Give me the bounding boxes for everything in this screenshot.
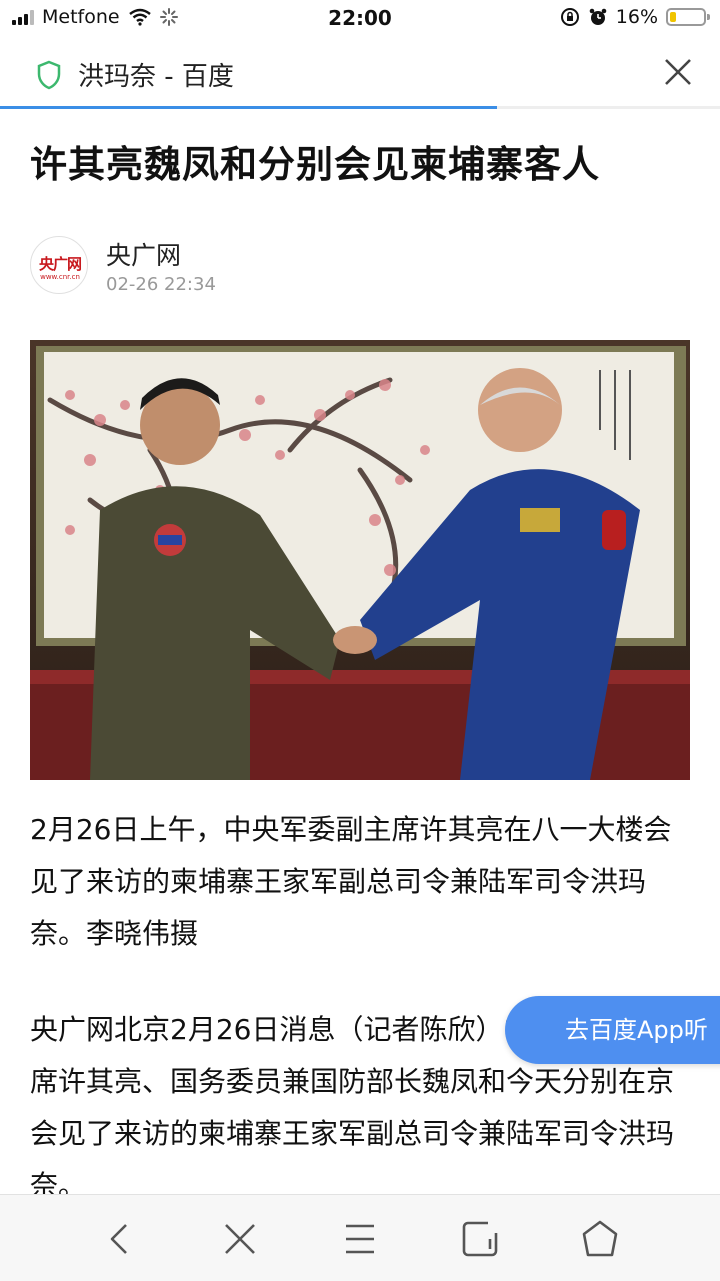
status-bar: Metfone 22:00 16% — [0, 0, 720, 36]
open-in-baidu-app-button[interactable]: 去百度App听 — [505, 996, 720, 1064]
source-name[interactable]: 央广网 — [106, 236, 181, 272]
battery-icon — [666, 8, 710, 26]
back-icon[interactable] — [98, 1217, 142, 1261]
menu-icon[interactable] — [338, 1217, 382, 1261]
alarm-icon — [589, 8, 607, 25]
publish-time: 02-26 22:34 — [106, 274, 216, 295]
source-logo-text: 央广网 — [38, 255, 82, 273]
shield-icon — [37, 60, 61, 90]
close-icon[interactable] — [218, 1217, 262, 1261]
close-icon[interactable] — [658, 52, 698, 92]
source-logo[interactable]: 央广网 www.cnr.cn — [30, 236, 88, 294]
article-headline: 许其亮魏凤和分别会见柬埔寨客人 — [30, 143, 600, 186]
article-photo[interactable] — [30, 340, 690, 780]
orientation-lock-icon — [560, 8, 579, 26]
battery-percent: 16% — [615, 6, 658, 28]
handshake-photo — [30, 340, 690, 780]
photo-caption: 2月26日上午，中央军委副主席许其亮在八一大楼会见了来访的柬埔寨王家军副总司令兼… — [30, 813, 672, 950]
source-logo-subtext: www.cnr.cn — [40, 273, 80, 281]
page-title: 洪玛奈 - 百度 — [78, 62, 234, 92]
status-icons: 16% — [560, 6, 710, 28]
load-progress-bar — [0, 106, 497, 109]
tabs-icon[interactable] — [458, 1217, 502, 1261]
browser-title-bar: 洪玛奈 - 百度 — [0, 36, 720, 108]
bottom-nav — [0, 1194, 720, 1281]
home-icon[interactable] — [578, 1217, 622, 1261]
